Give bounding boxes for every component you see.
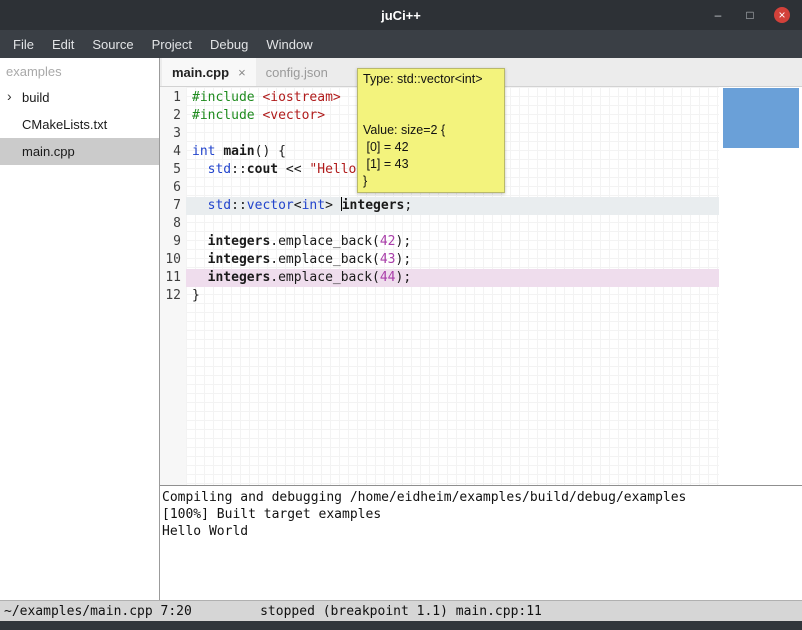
line-number[interactable]: 3 [160, 125, 181, 143]
tree-item-label: main.cpp [22, 144, 75, 159]
status-file-position: ~/examples/main.cpp 7:20 [0, 604, 192, 619]
scrollbar-overview[interactable] [723, 88, 799, 148]
line-number[interactable]: 12 [160, 287, 181, 305]
tab-label: main.cpp [172, 65, 229, 80]
window-resize-strip [0, 621, 802, 630]
app-window: juCi++ – □ × FileEditSourceProjectDebugW… [0, 0, 802, 630]
menu-item-file[interactable]: File [4, 32, 43, 57]
output-panel: Compiling and debugging /home/eidheim/ex… [160, 485, 802, 600]
tooltip-line: } [363, 173, 499, 190]
output-line: Hello World [162, 523, 802, 540]
window-controls: – □ × [710, 7, 802, 23]
status-bar: ~/examples/main.cpp 7:20 stopped (breakp… [0, 600, 802, 621]
code-line-12[interactable]: } [186, 287, 719, 305]
output-line: [100%] Built target examples [162, 506, 802, 523]
menu-bar: FileEditSourceProjectDebugWindow [0, 30, 802, 58]
tooltip-line [363, 88, 499, 105]
tab-main-cpp[interactable]: main.cpp × [162, 58, 256, 86]
title-bar: juCi++ – □ × [0, 0, 802, 30]
line-number[interactable]: 5 [160, 161, 181, 179]
line-number[interactable]: 11 [160, 269, 181, 287]
line-number-gutter: 123456789101112 [160, 87, 186, 485]
menu-item-project[interactable]: Project [143, 32, 201, 57]
line-number[interactable]: 6 [160, 179, 181, 197]
file-sidebar: examples › build CMakeLists.txt main.cpp [0, 58, 160, 600]
line-number[interactable]: 1 [160, 89, 181, 107]
sidebar-header: examples [0, 58, 159, 84]
line-number[interactable]: 9 [160, 233, 181, 251]
line-number[interactable]: 2 [160, 107, 181, 125]
main-body: examples › build CMakeLists.txt main.cpp ma… [0, 58, 802, 600]
menu-item-edit[interactable]: Edit [43, 32, 83, 57]
tree-item-cmakelists-txt[interactable]: CMakeLists.txt [0, 111, 159, 138]
code-line-8[interactable] [186, 215, 719, 233]
window-title: juCi++ [0, 8, 802, 23]
debug-value-tooltip: Type: std::vector<int>Value: size=2 { [0… [357, 68, 505, 193]
menu-item-window[interactable]: Window [257, 32, 321, 57]
file-tree: › build CMakeLists.txt main.cpp [0, 84, 159, 165]
tooltip-line: Value: size=2 { [363, 122, 499, 139]
close-button[interactable]: × [774, 7, 790, 23]
tab-close-icon[interactable]: × [238, 65, 246, 80]
menu-item-source[interactable]: Source [83, 32, 142, 57]
code-line-9[interactable]: integers.emplace_back(42); [186, 233, 719, 251]
tree-item-label: CMakeLists.txt [22, 117, 107, 132]
maximize-button[interactable]: □ [742, 7, 758, 23]
tooltip-line: [0] = 42 [363, 139, 499, 156]
tab-config-json[interactable]: config.json [256, 58, 338, 86]
tooltip-line: Type: std::vector<int> [363, 71, 499, 88]
tree-item-build[interactable]: › build [0, 84, 159, 111]
editor-pane: main.cpp×config.json 123456789101112 #in… [160, 58, 802, 600]
tab-label: config.json [266, 65, 328, 80]
editor-right-margin [719, 87, 802, 485]
line-number[interactable]: 4 [160, 143, 181, 161]
minimize-button[interactable]: – [710, 7, 726, 23]
line-number[interactable]: 8 [160, 215, 181, 233]
line-number[interactable]: 7 [160, 197, 181, 215]
code-line-7[interactable]: std::vector<int> integers; [186, 197, 719, 215]
line-number[interactable]: 10 [160, 251, 181, 269]
output-line: Compiling and debugging /home/eidheim/ex… [162, 489, 802, 506]
tooltip-line: [1] = 43 [363, 156, 499, 173]
code-line-10[interactable]: integers.emplace_back(43); [186, 251, 719, 269]
code-line-11[interactable]: integers.emplace_back(44); [186, 269, 719, 287]
tree-item-main-cpp[interactable]: main.cpp [0, 138, 159, 165]
chevron-right-icon[interactable]: › [7, 88, 12, 104]
tree-item-label: build [22, 90, 49, 105]
menu-item-debug[interactable]: Debug [201, 32, 257, 57]
tooltip-line [363, 105, 499, 122]
